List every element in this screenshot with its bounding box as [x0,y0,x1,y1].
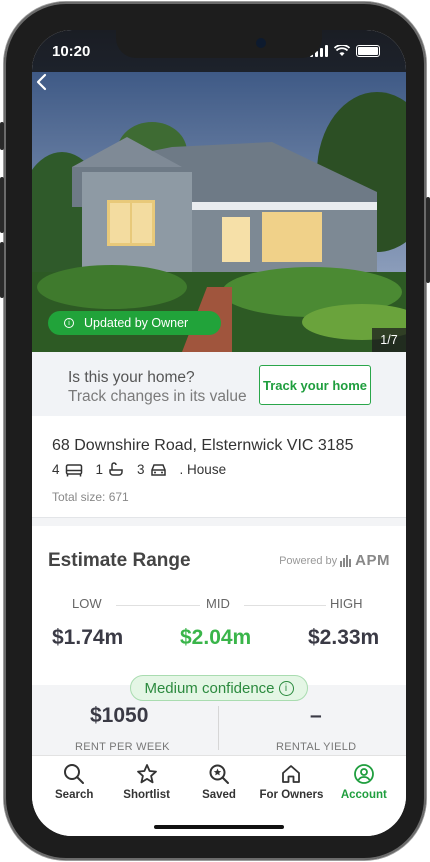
bathrooms-count: 1 [95,462,104,477]
mid-label: MID [206,596,230,611]
tab-shortlist-label: Shortlist [123,789,170,801]
home-icon [282,765,301,783]
property-type: . House [179,462,227,477]
notch [116,30,322,58]
range-values: $1.74m $2.04m $2.33m [32,626,406,656]
tab-for-owners[interactable]: For Owners [255,756,327,836]
property-photo[interactable]: i Updated by Owner 1/7 [32,72,406,352]
volume-up-button [0,177,4,233]
search-icon [64,764,85,784]
estimate-title: Estimate Range [48,550,191,571]
bath-icon [109,462,123,476]
tab-account[interactable]: Account [328,756,400,836]
mute-switch [0,122,4,150]
tab-shortlist[interactable]: Shortlist [110,756,182,836]
status-time: 10:20 [52,42,91,60]
house-photo-image [32,72,406,352]
property-features: 4 1 3 . House [52,462,226,477]
powered-by-label: Powered by [279,554,338,567]
rent-per-week-label: RENT PER WEEK [75,741,170,753]
rent-per-week-value: $1050 [90,704,149,727]
tab-saved[interactable]: Saved [183,756,255,836]
tab-for-owners-label: For Owners [259,789,324,801]
track-home-banner: Is this your home? Track changes in its … [32,352,406,416]
mid-value: $2.04m [180,626,252,649]
range-divider-left [116,605,200,606]
apm-logo-icon [340,554,352,567]
car-spaces-count: 3 [137,462,145,477]
track-your-home-button[interactable]: Track your home [259,365,371,405]
bottom-tab-bar: Search Shortlist Saved For Owners Accoun… [32,755,406,836]
updated-by-owner-badge: i Updated by Owner [48,311,221,335]
photo-counter: 1/7 [372,328,406,352]
track-subtitle: Track changes in its value [68,388,247,405]
rental-divider [218,706,219,750]
camera [256,38,266,48]
rental-yield-label: RENTAL YIELD [276,741,357,753]
tab-search[interactable]: Search [38,756,110,836]
property-address: 68 Downshire Road, Elsternwick VIC 3185 [52,437,354,454]
low-label: LOW [72,596,102,611]
phone-frame: 10:20 i Updated by Owner 1/7 Is this you… [0,2,430,860]
power-button [426,197,430,283]
account-icon [353,764,374,784]
battery-icon [356,45,380,57]
car-icon [150,463,166,476]
info-icon: i [64,318,74,328]
back-arrow-icon[interactable] [32,72,52,92]
home-indicator[interactable] [154,825,284,829]
high-value: $2.33m [308,626,380,649]
range-labels: LOW MID HIGH [32,596,406,616]
bedrooms-count: 4 [52,462,60,477]
low-value: $1.74m [52,626,124,649]
confidence-label: Medium confidence [144,679,275,697]
info-icon[interactable]: i [278,680,294,696]
updated-by-owner-label: Updated by Owner [84,316,189,330]
powered-by: Powered by APM [279,552,390,569]
wifi-icon [334,45,350,56]
app-screen: 10:20 i Updated by Owner 1/7 Is this you… [32,30,406,836]
total-size: Total size: 671 [52,490,129,504]
apm-provider: APM [355,552,390,569]
track-question: Is this your home? [68,369,195,386]
volume-down-button [0,242,4,298]
range-divider-right [244,605,326,606]
tab-search-label: Search [55,789,94,801]
rental-yield-value: – [310,704,322,727]
property-summary: 68 Downshire Road, Elsternwick VIC 3185 … [32,416,406,518]
tab-saved-label: Saved [202,789,236,801]
saved-search-icon [209,764,230,784]
bed-icon [65,463,82,476]
confidence-badge[interactable]: Medium confidence i [130,675,308,701]
tab-account-label: Account [340,789,387,801]
star-icon [136,764,157,784]
high-label: HIGH [330,596,363,611]
